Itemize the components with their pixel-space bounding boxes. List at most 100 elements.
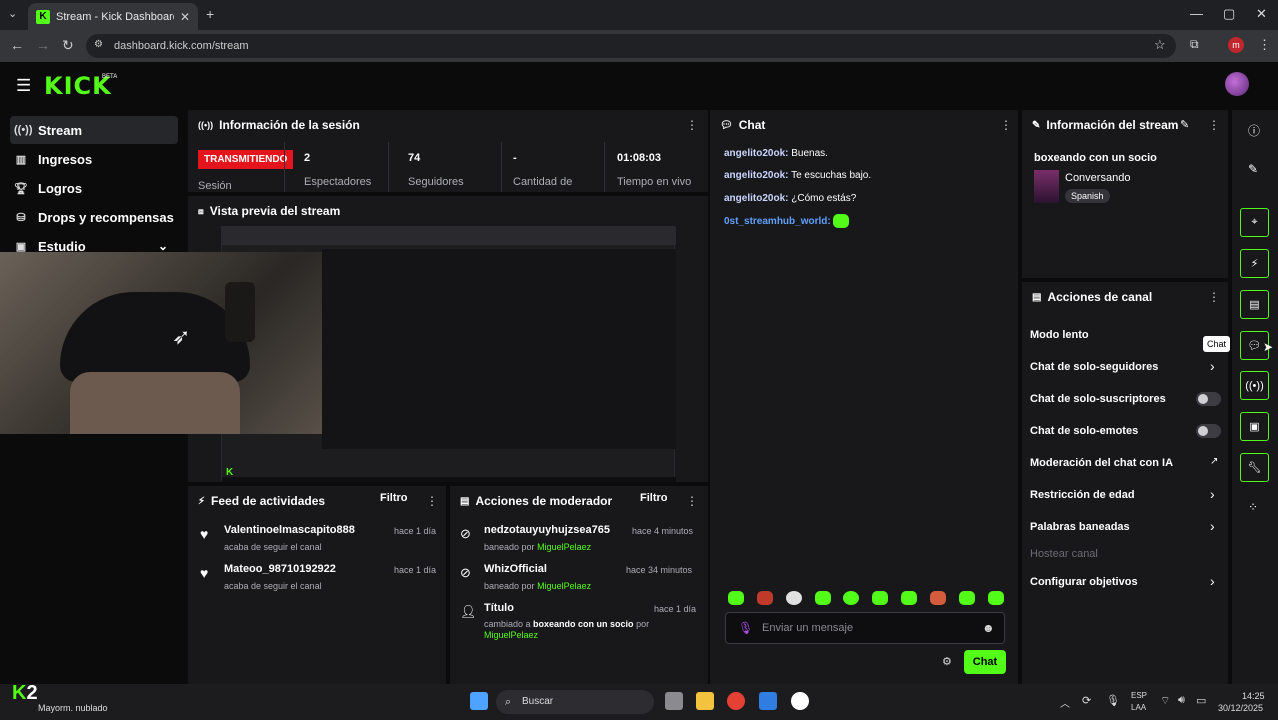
broadcast-toggle-icon[interactable]: ((•)) — [1240, 371, 1269, 400]
emote-picker-item[interactable] — [757, 591, 773, 605]
action-emotes-only[interactable]: Chat de solo-emotes — [1030, 425, 1138, 437]
chevron-right-icon[interactable]: › — [1210, 573, 1215, 589]
microphone-icon[interactable]: 🎙︎ — [738, 621, 753, 635]
emote-picker-item[interactable] — [988, 591, 1004, 605]
emote-picker-item[interactable] — [843, 591, 859, 605]
emote-picker-item[interactable] — [901, 591, 917, 605]
tab-search-icon[interactable]: ⌄ — [8, 7, 17, 20]
obs-icon[interactable] — [791, 692, 809, 710]
emote-picker-item[interactable] — [728, 591, 744, 605]
mic-tray-icon[interactable]: 🎙︎ — [1106, 694, 1120, 707]
subscribers-only-toggle[interactable] — [1196, 392, 1221, 406]
site-info-icon[interactable]: ⚙ — [94, 39, 103, 50]
user-avatar[interactable] — [1225, 72, 1249, 96]
apps-icon[interactable]: ⁘ — [1248, 500, 1258, 514]
action-ai-moderation[interactable]: Moderación del chat con IA — [1030, 457, 1173, 469]
chat-send-button[interactable]: Chat — [964, 650, 1006, 674]
chat-username[interactable]: angelito20ok: — [724, 193, 788, 204]
sidebar-item-logros[interactable]: 🏆︎ Logros — [10, 174, 178, 202]
bookmark-star-icon[interactable]: ☆ — [1154, 37, 1166, 53]
sidebar-item-stream[interactable]: ((•)) Stream — [10, 116, 178, 144]
sidebar-item-ingresos[interactable]: ▥ Ingresos — [10, 145, 178, 173]
activity-feed-toggle-icon[interactable]: ⚡︎ — [1240, 249, 1269, 278]
wrench-toggle-icon[interactable]: 🔧︎ — [1240, 453, 1269, 482]
task-view-icon[interactable] — [665, 692, 683, 710]
forward-icon[interactable]: → — [36, 37, 50, 53]
menu-kebab-icon[interactable]: ⋮ — [1258, 37, 1271, 53]
emote-picker-item[interactable] — [959, 591, 975, 605]
chrome-icon[interactable] — [727, 692, 745, 710]
volume-icon[interactable]: 🔊︎ — [1178, 694, 1185, 707]
language-top[interactable]: ESP — [1131, 691, 1147, 700]
emote-picker-item[interactable] — [930, 591, 946, 605]
mod-item-by[interactable]: MiguelPelaez — [537, 581, 591, 591]
chat-menu-icon[interactable]: ⋮ — [1000, 118, 1012, 132]
action-configure-goals[interactable]: Configurar objetivos — [1030, 576, 1138, 588]
new-tab-icon[interactable]: + — [206, 6, 214, 22]
url-field[interactable]: dashboard.kick.com/stream — [86, 34, 1176, 58]
chat-username[interactable]: 0st_streamhub_world: — [724, 216, 831, 227]
pencil-icon[interactable]: ✎ — [1248, 162, 1258, 176]
moderator-filter-button[interactable]: Filtro — [640, 492, 668, 504]
session-menu-icon[interactable]: ⋮ — [686, 118, 698, 132]
emoji-icon[interactable]: ☻ — [982, 621, 995, 635]
emotes-only-toggle[interactable] — [1196, 424, 1221, 438]
battery-icon[interactable]: ▭ — [1196, 694, 1206, 707]
maximize-icon[interactable]: ▢ — [1223, 6, 1235, 22]
activity-item-name[interactable]: Valentinoelmascapito888 — [224, 524, 355, 536]
channel-actions-menu-icon[interactable]: ⋮ — [1208, 290, 1220, 304]
chevron-right-icon[interactable]: › — [1210, 486, 1215, 502]
close-window-icon[interactable]: ✕ — [1256, 6, 1267, 22]
minimize-icon[interactable]: — — [1190, 6, 1203, 21]
hamburger-menu-icon[interactable]: ☰ — [16, 76, 31, 96]
chevron-right-icon[interactable]: › — [1210, 358, 1215, 374]
activity-menu-icon[interactable]: ⋮ — [426, 494, 438, 508]
activity-item-name[interactable]: Mateoo_98710192922 — [224, 563, 336, 575]
moderator-menu-icon[interactable]: ⋮ — [686, 494, 698, 508]
category-name[interactable]: Conversando — [1065, 172, 1130, 184]
action-banned-words[interactable]: Palabras baneadas — [1030, 521, 1130, 533]
mod-item-name[interactable]: WhizOfficial — [484, 563, 547, 575]
clipboard-toggle-icon[interactable]: ▤ — [1240, 290, 1269, 319]
emote-picker-item[interactable] — [815, 591, 831, 605]
back-icon[interactable]: ← — [10, 37, 24, 53]
mod-item-name[interactable]: nedzotauyuyhujzsea765 — [484, 524, 610, 536]
taskbar-search[interactable]: ⌕ Buscar — [496, 690, 654, 714]
category-thumbnail[interactable] — [1034, 170, 1059, 203]
reload-icon[interactable]: ↻ — [62, 37, 74, 54]
action-age-restriction[interactable]: Restricción de edad — [1030, 489, 1135, 501]
language-bottom[interactable]: LAA — [1131, 703, 1146, 712]
profile-icon[interactable]: m — [1228, 37, 1244, 53]
activity-filter-button[interactable]: Filtro — [380, 492, 408, 504]
clock-date[interactable]: 30/12/2025 — [1218, 703, 1263, 713]
clock-time[interactable]: 14:25 — [1242, 691, 1265, 701]
chat-username[interactable]: angelito20ok: — [724, 170, 788, 181]
action-subscribers-only[interactable]: Chat de solo-suscriptores — [1030, 393, 1166, 405]
browser-tab[interactable]: K Stream - Kick Dashboard ✕ — [28, 3, 198, 30]
windows-start-icon[interactable] — [470, 692, 488, 710]
tray-chevron-icon[interactable]: ︿ — [1060, 695, 1070, 710]
sync-icon[interactable]: ⟳ — [1082, 694, 1091, 707]
wifi-icon[interactable]: ⌔ — [1160, 694, 1170, 708]
chat-username[interactable]: angelito20ok: — [724, 148, 788, 159]
edit-pencil-icon[interactable]: ✎ — [1180, 118, 1189, 131]
action-slow-mode[interactable]: Modo lento — [1030, 329, 1089, 341]
chat-message-input[interactable]: 🎙︎ Enviar un mensaje ☻ — [725, 612, 1005, 644]
chevron-right-icon[interactable]: › — [1210, 518, 1215, 534]
sidebar-item-drops[interactable]: ⛁ Drops y recompensas — [10, 203, 178, 231]
weather-text[interactable]: Mayorm. nublado — [38, 703, 108, 713]
mod-item-by[interactable]: MiguelPelaez — [484, 630, 538, 640]
chat-settings-gear-icon[interactable]: ⚙ — [942, 655, 952, 668]
info-icon[interactable]: ⓘ — [1248, 122, 1260, 139]
server-toggle-icon[interactable]: ▣ — [1240, 412, 1269, 441]
file-explorer-icon[interactable] — [696, 692, 714, 710]
action-followers-only[interactable]: Chat de solo-seguidores — [1030, 361, 1158, 373]
extensions-icon[interactable]: ⧉ — [1190, 37, 1199, 52]
emote-picker-item[interactable] — [872, 591, 888, 605]
stream-info-menu-icon[interactable]: ⋮ — [1208, 118, 1220, 132]
chevron-down-icon[interactable]: ⌄ — [158, 239, 168, 253]
store-icon[interactable] — [759, 692, 777, 710]
external-link-icon[interactable]: ↗ — [1210, 456, 1218, 467]
mod-item-by[interactable]: MiguelPelaez — [537, 542, 591, 552]
emote-picker-item[interactable] — [786, 591, 802, 605]
